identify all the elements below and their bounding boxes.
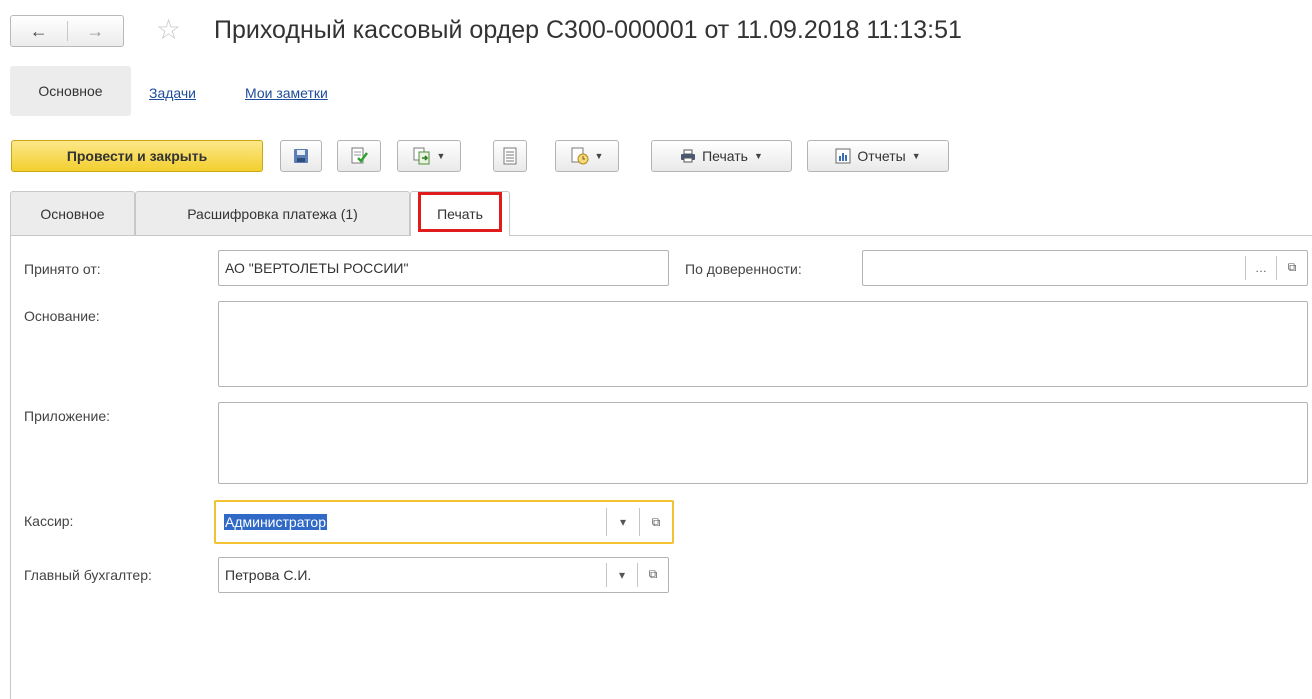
chief-accountant-input[interactable]: Петрова С.И. bbox=[219, 558, 606, 592]
list-document-icon bbox=[503, 147, 517, 165]
tab-payment-details[interactable]: Расшифровка платежа (1) bbox=[135, 191, 410, 235]
section-notes-link[interactable]: Мои заметки bbox=[245, 84, 328, 102]
print-menu-label: Печать bbox=[702, 148, 748, 164]
basis-label: Основание: bbox=[24, 308, 100, 324]
tab-panel-border bbox=[10, 235, 1312, 236]
cashier-open-button[interactable]: ⧉ bbox=[639, 508, 672, 536]
section-tasks-link[interactable]: Задачи bbox=[149, 84, 196, 102]
journal-button[interactable] bbox=[493, 140, 527, 172]
reports-menu-button[interactable]: Отчеты ▼ bbox=[807, 140, 949, 172]
back-button[interactable]: ← bbox=[11, 16, 67, 46]
received-from-field[interactable]: АО "ВЕРТОЛЕТЫ РОССИИ" bbox=[218, 250, 669, 286]
dt-kt-button[interactable]: ▼ bbox=[555, 140, 619, 172]
create-based-on-button[interactable]: ▼ bbox=[397, 140, 461, 172]
chief-accountant-value: Петрова С.И. bbox=[225, 567, 312, 583]
create-based-on-icon bbox=[413, 147, 430, 165]
chevron-down-icon: ▾ bbox=[619, 515, 627, 529]
chevron-down-icon: ▼ bbox=[436, 151, 446, 161]
chevron-down-icon: ▼ bbox=[753, 151, 763, 161]
power-of-attorney-field[interactable]: … ⧉ bbox=[862, 250, 1308, 286]
power-of-attorney-open-button[interactable]: ⧉ bbox=[1276, 256, 1307, 280]
chief-accountant-field[interactable]: Петрова С.И. ▾ ⧉ bbox=[218, 557, 669, 593]
arrow-left-icon: ← bbox=[29, 20, 48, 41]
save-button[interactable] bbox=[280, 140, 322, 172]
open-icon: ⧉ bbox=[648, 567, 658, 582]
attachment-textarea[interactable] bbox=[218, 402, 1308, 484]
post-and-close-label: Провести и закрыть bbox=[66, 148, 208, 164]
chief-accountant-label: Главный бухгалтер: bbox=[24, 567, 152, 583]
post-button[interactable] bbox=[337, 140, 381, 172]
received-from-value: АО "ВЕРТОЛЕТЫ РОССИИ" bbox=[225, 260, 409, 276]
power-of-attorney-label: По доверенности: bbox=[685, 261, 802, 277]
chevron-down-icon: ▾ bbox=[618, 567, 626, 582]
chevron-down-icon: ▼ bbox=[911, 151, 921, 161]
cashier-value: Администратор bbox=[224, 514, 328, 530]
cashier-input[interactable]: Администратор bbox=[216, 502, 606, 542]
open-icon: ⧉ bbox=[1287, 260, 1297, 275]
star-icon[interactable]: ☆ bbox=[156, 14, 181, 46]
reports-menu-label: Отчеты bbox=[857, 148, 906, 164]
arrow-right-icon: → bbox=[86, 20, 105, 41]
basis-textarea[interactable] bbox=[218, 301, 1308, 387]
open-icon: ⧉ bbox=[651, 514, 661, 529]
power-of-attorney-select-button[interactable]: … bbox=[1245, 256, 1276, 280]
save-icon bbox=[294, 149, 308, 163]
post-document-icon bbox=[351, 147, 368, 164]
section-main[interactable]: Основное bbox=[10, 66, 131, 116]
tab-main[interactable]: Основное bbox=[10, 191, 135, 235]
tab-print-highlight bbox=[418, 192, 502, 232]
cashier-dropdown-button[interactable]: ▾ bbox=[606, 508, 639, 536]
page-title: Приходный кассовый ордер С300-000001 от … bbox=[214, 16, 962, 44]
cashier-field[interactable]: Администратор ▾ ⧉ bbox=[214, 500, 674, 544]
forward-button[interactable]: → bbox=[68, 16, 124, 46]
chief-accountant-open-button[interactable]: ⧉ bbox=[637, 563, 668, 587]
received-from-label: Принято от: bbox=[24, 261, 101, 277]
chevron-down-icon: ▼ bbox=[594, 151, 604, 161]
attachment-label: Приложение: bbox=[24, 408, 111, 424]
tab-panel-left-border bbox=[10, 235, 11, 699]
document-history-icon bbox=[571, 147, 589, 165]
cashier-label: Кассир: bbox=[24, 513, 74, 529]
ellipsis-icon: … bbox=[1255, 260, 1267, 275]
printer-icon bbox=[681, 149, 696, 163]
history-nav: ← → bbox=[10, 15, 124, 47]
report-icon bbox=[835, 148, 851, 164]
post-and-close-button[interactable]: Провести и закрыть bbox=[11, 140, 263, 172]
print-menu-button[interactable]: Печать ▼ bbox=[651, 140, 792, 172]
chief-accountant-dropdown-button[interactable]: ▾ bbox=[606, 563, 637, 587]
